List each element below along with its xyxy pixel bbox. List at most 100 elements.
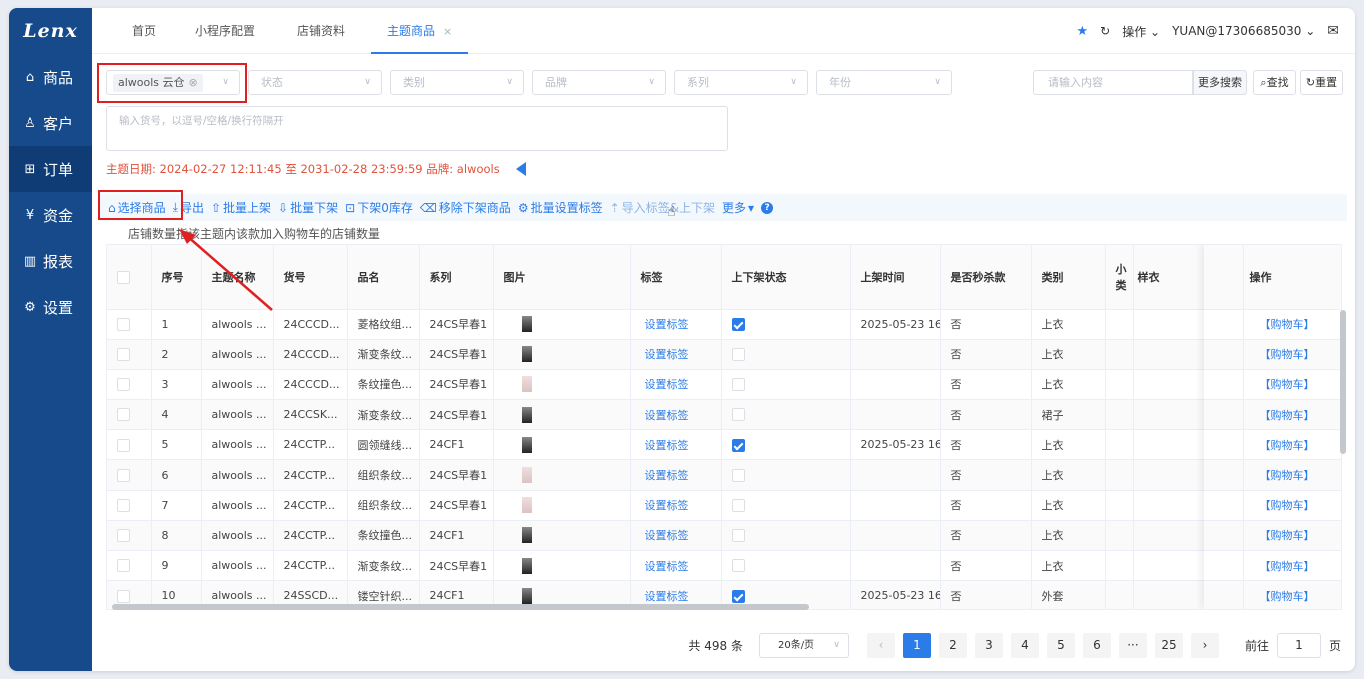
mail-icon[interactable]: ✉ [1327, 23, 1339, 39]
page-button[interactable]: 25 [1154, 633, 1183, 658]
tab-miniprogram-config[interactable]: 小程序配置 [195, 8, 255, 54]
set-tag-link[interactable]: 设置标签 [645, 469, 689, 482]
add-to-cart-link[interactable]: 【购物车】 [1260, 439, 1315, 452]
sidebar-item-orders[interactable]: ⊞ 订单 [9, 146, 92, 192]
checkbox[interactable] [117, 378, 130, 392]
page-button[interactable]: 3 [974, 633, 1003, 658]
import-tags-button[interactable]: ⇡ 导入标签&上下架 [610, 199, 715, 216]
checkbox[interactable] [117, 589, 130, 603]
set-tag-link[interactable]: 设置标签 [645, 529, 689, 542]
checkbox[interactable] [117, 529, 130, 543]
sidebar-item-customers[interactable]: ♙ 客户 [9, 100, 92, 146]
row-select[interactable] [107, 399, 152, 431]
checkbox[interactable] [117, 270, 130, 284]
remove-off-shelf-button[interactable]: ⌫ 移除下架商品 [420, 199, 511, 216]
checkbox[interactable] [117, 468, 130, 482]
shelf-checkbox[interactable] [731, 468, 745, 482]
refresh-icon[interactable]: ↻ [1100, 24, 1110, 38]
set-tag-link[interactable]: 设置标签 [645, 409, 689, 422]
close-icon[interactable]: × [443, 25, 452, 38]
checkbox[interactable] [117, 317, 130, 331]
page-button[interactable]: 4 [1010, 633, 1039, 658]
add-to-cart-link[interactable]: 【购物车】 [1260, 560, 1315, 573]
help-icon[interactable]: ? [761, 201, 774, 214]
set-tag-link[interactable]: 设置标签 [645, 560, 689, 573]
shelf-checkbox[interactable] [731, 498, 745, 512]
product-thumbnail[interactable] [521, 557, 532, 574]
shelf-checkbox[interactable] [731, 348, 745, 362]
row-select[interactable] [107, 550, 152, 582]
product-thumbnail[interactable] [521, 316, 532, 333]
more-pages-button[interactable]: ··· [1118, 633, 1147, 658]
page-button[interactable]: 2 [938, 633, 967, 658]
user-menu[interactable]: YUAN@17306685030 ⌄ [1172, 24, 1315, 38]
row-select[interactable] [107, 309, 152, 340]
product-thumbnail[interactable] [521, 376, 532, 393]
batch-set-tags-button[interactable]: ⚙ 批量设置标签 [518, 199, 603, 216]
search-input[interactable]: 请输入内容 [1033, 70, 1193, 95]
page-button[interactable]: 1 [902, 633, 931, 658]
goto-page-input[interactable]: 1 [1276, 633, 1321, 658]
header-select-all[interactable] [107, 245, 152, 310]
row-select[interactable] [107, 459, 152, 491]
page-button[interactable]: 5 [1046, 633, 1075, 658]
set-tag-link[interactable]: 设置标签 [645, 590, 689, 603]
page-button[interactable]: 6 [1082, 633, 1111, 658]
product-thumbnail[interactable] [521, 497, 532, 514]
checkbox[interactable] [117, 408, 130, 422]
sidebar-item-goods[interactable]: ⌂ 商品 [9, 54, 92, 100]
operate-menu[interactable]: 操作 ⌄ [1122, 23, 1160, 40]
add-to-cart-link[interactable]: 【购物车】 [1260, 529, 1315, 542]
batch-off-shelf-button[interactable]: ⇩ 批量下架 [278, 199, 338, 216]
product-thumbnail[interactable] [521, 406, 532, 423]
series-select[interactable]: 系列 ∨ [674, 70, 808, 95]
add-to-cart-link[interactable]: 【购物车】 [1260, 318, 1315, 331]
prev-page-button[interactable]: ‹ [866, 633, 895, 658]
category-select[interactable]: 类别 ∨ [390, 70, 524, 95]
tab-home[interactable]: 首页 [132, 8, 156, 54]
row-select[interactable] [107, 490, 152, 521]
tab-store-info[interactable]: 店铺资料 [297, 8, 345, 54]
row-select[interactable] [107, 520, 152, 552]
product-thumbnail[interactable] [521, 346, 532, 363]
row-select[interactable] [107, 429, 152, 461]
next-page-button[interactable]: › [1190, 633, 1219, 658]
set-tag-link[interactable]: 设置标签 [645, 439, 689, 452]
set-tag-link[interactable]: 设置标签 [645, 499, 689, 512]
more-dropdown[interactable]: 更多 ▾ [722, 199, 754, 216]
set-tag-link[interactable]: 设置标签 [645, 348, 689, 361]
add-to-cart-link[interactable]: 【购物车】 [1260, 348, 1315, 361]
product-thumbnail[interactable] [521, 467, 532, 484]
find-button[interactable]: ⌕查找 [1253, 70, 1296, 95]
tab-theme-goods[interactable]: 主题商品 × [370, 8, 469, 54]
checkbox[interactable] [117, 498, 130, 512]
add-to-cart-link[interactable]: 【购物车】 [1260, 409, 1315, 422]
horizontal-scrollbar[interactable] [112, 604, 809, 610]
shelf-checkbox[interactable] [731, 317, 745, 331]
add-to-cart-link[interactable]: 【购物车】 [1260, 590, 1315, 603]
shelf-checkbox[interactable] [731, 589, 745, 603]
shelf-checkbox[interactable] [731, 378, 745, 392]
status-select[interactable]: 状态 ∨ [248, 70, 382, 95]
collapse-arrow-icon[interactable] [515, 162, 526, 176]
row-select[interactable] [107, 369, 152, 401]
batch-on-shelf-button[interactable]: ⇧ 批量上架 [211, 199, 271, 216]
year-select[interactable]: 年份 ∨ [816, 70, 952, 95]
star-icon[interactable]: ★ [1076, 24, 1088, 39]
sidebar-item-settings[interactable]: ⚙ 设置 [9, 284, 92, 330]
row-select[interactable] [107, 339, 152, 370]
sidebar-item-reports[interactable]: ▥ 报表 [9, 238, 92, 284]
product-thumbnail[interactable] [521, 436, 532, 453]
reset-button[interactable]: ↻重置 [1300, 70, 1343, 95]
add-to-cart-link[interactable]: 【购物车】 [1260, 499, 1315, 512]
add-to-cart-link[interactable]: 【购物车】 [1260, 469, 1315, 482]
checkbox[interactable] [117, 559, 130, 573]
shelf-checkbox[interactable] [731, 438, 745, 452]
shelf-checkbox[interactable] [731, 559, 745, 573]
page-size-select[interactable]: 20条/页 ∨ [758, 633, 849, 658]
sidebar-item-funds[interactable]: ¥ 资金 [9, 192, 92, 238]
checkbox[interactable] [117, 348, 130, 362]
code-textarea[interactable]: 输入货号，以逗号/空格/换行符隔开 [106, 106, 728, 151]
brand-select[interactable]: 品牌 ∨ [532, 70, 666, 95]
add-to-cart-link[interactable]: 【购物车】 [1260, 378, 1315, 391]
